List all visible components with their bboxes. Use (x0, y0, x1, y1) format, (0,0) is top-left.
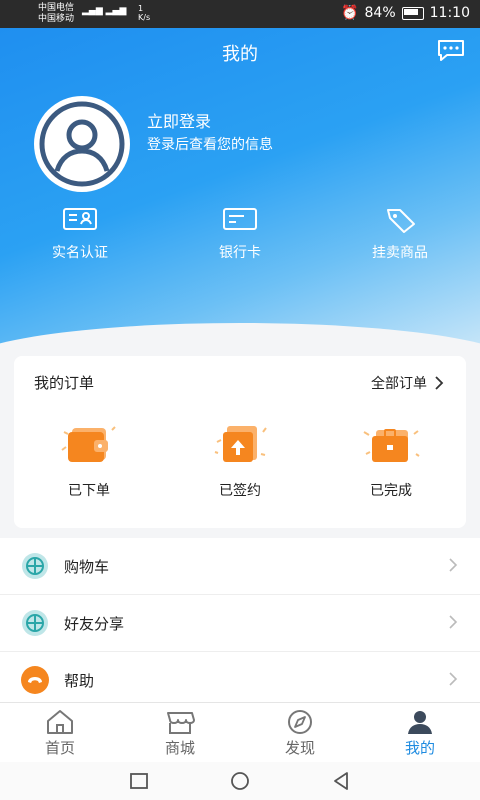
upload-box-icon (214, 426, 267, 462)
id-card-icon (63, 208, 97, 230)
carrier-1: 中国电信 (38, 3, 75, 13)
order-status-label: 已完成 (370, 483, 412, 499)
home-button[interactable] (229, 770, 251, 792)
battery-percent: 84% (364, 5, 396, 21)
menu-item-share[interactable]: 好友分享 (0, 595, 480, 652)
tab-shop[interactable]: 商城 (120, 703, 240, 763)
system-nav-bar (0, 762, 480, 800)
menu-item-label: 好友分享 (64, 614, 125, 633)
tab-label: 首页 (44, 739, 75, 757)
carrier-info: 中国电信 中国移动 (38, 3, 74, 25)
tab-label: 商城 (164, 739, 195, 757)
menu-item-help[interactable]: 帮助 (0, 652, 480, 709)
network-speed: 1 K/s (138, 4, 150, 22)
alarm-icon: ⏰ (341, 5, 359, 21)
page-title: 我的 (222, 44, 258, 65)
shop-icon (167, 712, 195, 734)
quick-action-sell[interactable]: 挂卖商品 (330, 206, 470, 262)
menu-item-cart[interactable]: 购物车 (0, 538, 480, 595)
chevron-right-icon (449, 615, 458, 629)
menu-item-label: 帮助 (64, 671, 95, 690)
home-icon (47, 710, 73, 734)
globe-icon (22, 610, 48, 636)
globe-icon (22, 553, 48, 579)
orders-title: 我的订单 (34, 374, 95, 392)
chevron-right-icon (449, 558, 458, 572)
briefcase-icon (363, 429, 420, 462)
login-hint: 登录后查看您的信息 (147, 137, 273, 153)
menu-item-label: 购物车 (64, 557, 110, 576)
message-button[interactable] (436, 38, 466, 62)
avatar[interactable] (34, 96, 130, 192)
login-link[interactable]: 立即登录 (147, 108, 211, 132)
clock: 11:10 (429, 5, 470, 21)
tab-label: 发现 (284, 739, 315, 757)
tab-home[interactable]: 首页 (0, 703, 120, 763)
tab-label: 我的 (404, 739, 435, 757)
quick-action-label: 挂卖商品 (372, 245, 428, 261)
orders-card: 我的订单 全部订单 已下单 已签约 已完成 (14, 356, 466, 528)
order-status-label: 已签约 (219, 483, 261, 499)
chevron-right-icon (449, 672, 458, 686)
network-speed-value: 1 (138, 4, 144, 13)
signal-icon: ▂▄▆ ▂▄▆ (82, 6, 127, 16)
user-icon (408, 711, 432, 734)
status-bar: 中国电信 中国移动 ▂▄▆ ▂▄▆ 1 K/s ⏰ 84% 11:10 (0, 0, 480, 28)
order-status-placed[interactable]: 已下单 (14, 420, 164, 500)
all-orders-link[interactable]: 全部订单 (371, 373, 444, 393)
tag-icon (387, 209, 415, 233)
recent-apps-button[interactable] (129, 772, 149, 790)
tab-mine[interactable]: 我的 (360, 703, 480, 763)
order-status-label: 已下单 (68, 483, 110, 499)
menu-list: 购物车 好友分享 帮助 (0, 538, 480, 709)
compass-icon (288, 710, 312, 734)
quick-action-verify[interactable]: 实名认证 (10, 206, 150, 262)
quick-action-label: 实名认证 (52, 245, 108, 261)
header-wave (0, 323, 480, 360)
phone-icon (21, 666, 49, 694)
quick-action-label: 银行卡 (219, 245, 261, 261)
wallet-icon (61, 426, 116, 462)
user-icon (39, 101, 125, 187)
bank-card-icon (223, 208, 257, 230)
quick-action-bank-card[interactable]: 银行卡 (170, 206, 310, 262)
chevron-right-icon (435, 376, 444, 390)
network-speed-unit: K/s (138, 13, 151, 22)
carrier-2: 中国移动 (38, 14, 75, 24)
chat-bubble-icon (438, 40, 464, 61)
all-orders-label: 全部订单 (371, 376, 427, 392)
order-status-completed[interactable]: 已完成 (316, 420, 466, 500)
tab-discover[interactable]: 发现 (240, 703, 360, 763)
battery-icon (401, 6, 424, 20)
back-button[interactable] (331, 771, 351, 791)
profile-header: 我的 立即登录 登录后查看您的信息 实名认证 银行卡 挂卖商品 (0, 28, 480, 360)
order-status-signed[interactable]: 已签约 (165, 420, 315, 500)
bottom-tab-bar: 首页 商城 发现 我的 (0, 702, 480, 763)
